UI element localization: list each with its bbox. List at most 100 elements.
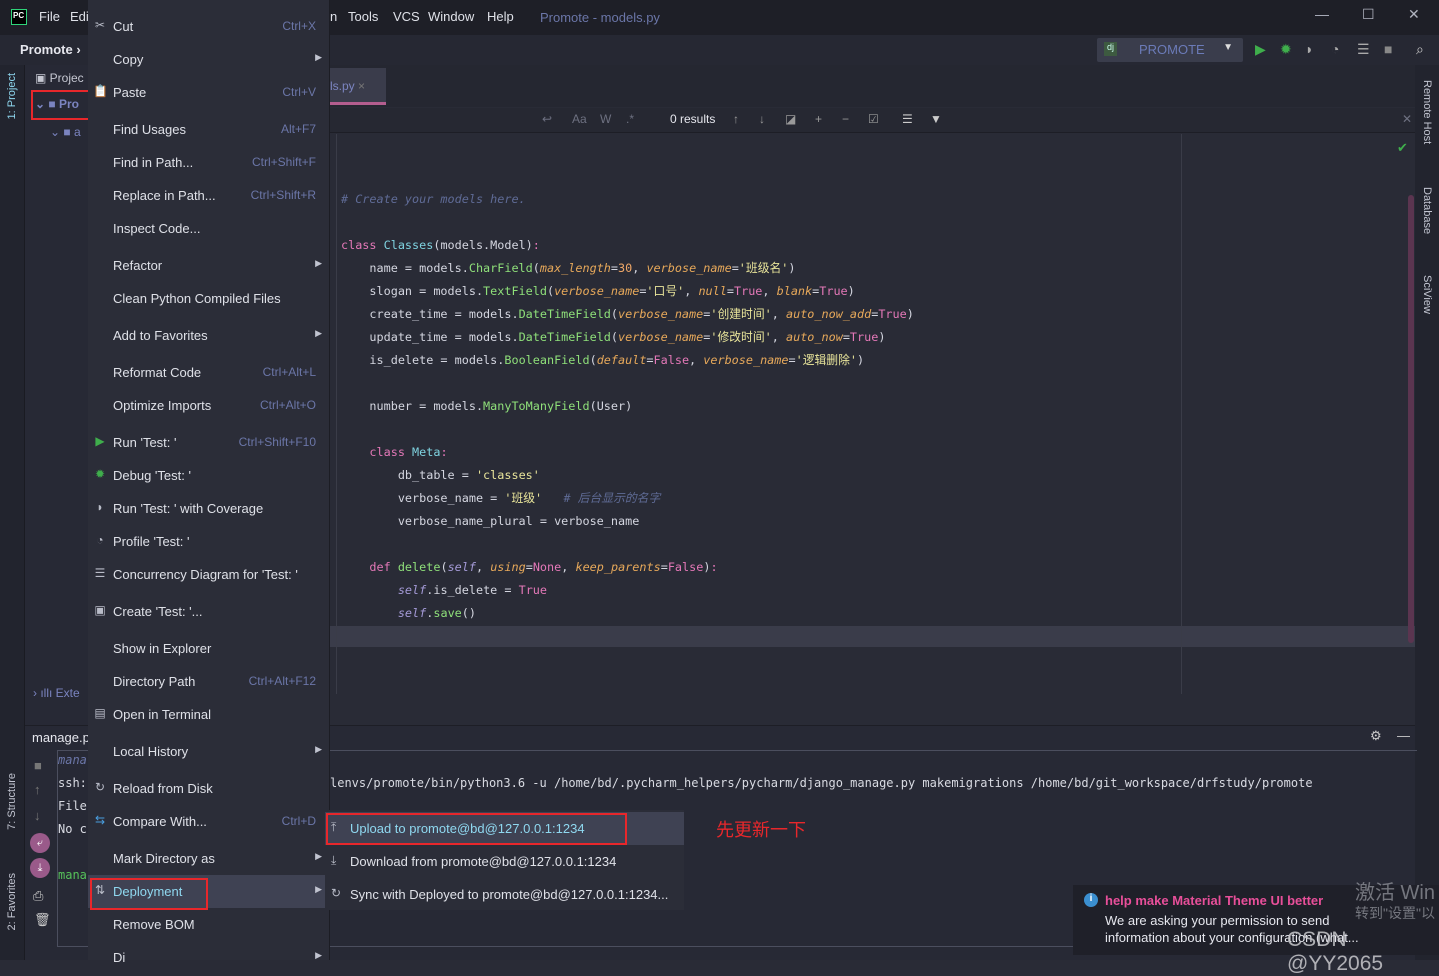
submenu-arrow-icon: ▶: [315, 52, 322, 62]
regex-toggle[interactable]: .*: [626, 112, 634, 126]
maximize-icon[interactable]: ☐: [1362, 6, 1375, 23]
remote-host-tab[interactable]: Remote Host: [1421, 80, 1433, 144]
menu-item-label: Cut: [113, 19, 134, 34]
menu-item-show-in-explorer[interactable]: Show in Explorer: [88, 632, 330, 665]
words-toggle[interactable]: W: [600, 112, 611, 126]
scroll-to-end-icon[interactable]: ⤓: [30, 858, 50, 878]
profile-icon[interactable]: ◔: [1331, 41, 1339, 57]
menu-item-run-test-with-coverage[interactable]: ◗ Run 'Test: ' with Coverage: [88, 492, 330, 525]
menu-item-add-to-favorites[interactable]: Add to Favorites ▶: [88, 319, 330, 352]
menu-item-optimize-imports[interactable]: Optimize Imports Ctrl+Alt+O: [88, 389, 330, 422]
stop-icon[interactable]: ■: [1384, 41, 1392, 57]
menu-vcs[interactable]: VCS: [393, 9, 420, 24]
menu-item-clean-python-compiled-files[interactable]: Clean Python Compiled Files: [88, 282, 330, 315]
right-margin-guide: [1181, 134, 1182, 694]
select-all-icon[interactable]: ◪: [785, 112, 796, 126]
menu-item-cut[interactable]: ✂ Cut Ctrl+X: [88, 10, 330, 43]
menu-item-debug-test[interactable]: ✹ Debug 'Test: ': [88, 459, 330, 492]
match-case-toggle[interactable]: Aa: [572, 112, 587, 126]
tab-close-icon[interactable]: ×: [358, 79, 365, 93]
search-icon[interactable]: ⌕: [1416, 41, 1424, 58]
close-find-icon[interactable]: ✕: [1402, 112, 1412, 126]
menu-item-refactor[interactable]: Refactor ▶: [88, 249, 330, 282]
soft-wrap-icon[interactable]: ⤶: [30, 833, 50, 853]
menu-window[interactable]: Window: [428, 9, 474, 24]
menu-item-copy[interactable]: Copy ▶: [88, 43, 330, 76]
tree-item-external-libraries[interactable]: › ıllı Exte: [33, 686, 80, 700]
submenu-item-sync[interactable]: ↻ Sync with Deployed to promote@bd@127.0.…: [325, 878, 684, 911]
menu-item-mark-directory-as[interactable]: Mark Directory as ▶: [88, 842, 330, 875]
sciview-tab[interactable]: SciView: [1421, 275, 1433, 314]
wrap-icon[interactable]: ↩: [542, 112, 552, 126]
menu-run[interactable]: n: [330, 9, 337, 24]
structure-tool-tab[interactable]: 7: Structure: [6, 773, 18, 830]
menu-item-run-test[interactable]: ▶ Run 'Test: ' Ctrl+Shift+F10: [88, 426, 330, 459]
menu-item-replace-in-path[interactable]: Replace in Path... Ctrl+Shift+R: [88, 179, 330, 212]
menu-item-di[interactable]: Di ▶: [88, 941, 330, 974]
print-icon[interactable]: ⎙: [33, 888, 43, 904]
hide-panel-icon[interactable]: —: [1397, 728, 1410, 743]
concurrency-icon[interactable]: ☰: [1357, 41, 1370, 58]
editor-scrollbar[interactable]: [1408, 195, 1414, 643]
arrow-down-icon[interactable]: ↓: [759, 112, 765, 126]
menu-item-create-test[interactable]: ▣ Create 'Test: '...: [88, 595, 330, 628]
tab-models-py[interactable]: ls.py ×: [330, 68, 386, 105]
debug-icon[interactable]: ✹: [1280, 41, 1292, 58]
minimize-icon[interactable]: —: [1315, 6, 1329, 22]
close-icon[interactable]: ✕: [1408, 6, 1420, 23]
menu-item-reload-from-disk[interactable]: ↻ Reload from Disk: [88, 772, 330, 805]
tree-item-project[interactable]: ▣ Projec: [35, 71, 84, 85]
menu-help[interactable]: Help: [487, 9, 514, 24]
gutter-divider: [336, 134, 337, 694]
code-token: slogan = models.: [341, 284, 484, 298]
multiline-icon[interactable]: ☰: [902, 112, 913, 126]
menu-item-label: Di: [113, 950, 126, 965]
menu-item-find-usages[interactable]: Find Usages Alt+F7: [88, 113, 330, 146]
menu-item-compare-with[interactable]: ⇆ Compare With... Ctrl+D: [88, 805, 330, 838]
menu-edit[interactable]: Edi: [70, 9, 89, 24]
add-occurrence-icon[interactable]: +: [815, 112, 822, 126]
menu-item-reformat-code[interactable]: Reformat Code Ctrl+Alt+L: [88, 356, 330, 389]
stop-icon[interactable]: ■: [34, 758, 42, 773]
code-token: # 后台显示的名字: [542, 491, 661, 505]
select-occurrences-icon[interactable]: ☑: [868, 112, 879, 126]
trash-icon[interactable]: 🗑: [34, 912, 51, 928]
tree-item-folder[interactable]: ⌄ ■ a: [50, 125, 81, 139]
run-configuration-select[interactable]: dj PROMOTE ▼: [1097, 38, 1243, 62]
settings-icon[interactable]: ⚙: [1370, 728, 1382, 744]
arrow-up-icon[interactable]: ↑: [733, 112, 739, 126]
code-token: ,: [771, 330, 786, 344]
menu-item-inspect-code[interactable]: Inspect Code...: [88, 212, 330, 245]
coverage-icon[interactable]: ◗: [1305, 41, 1313, 57]
project-tool-tab[interactable]: 1: Project: [6, 73, 18, 119]
menu-item-open-in-terminal[interactable]: ▤ Open in Terminal: [88, 698, 330, 731]
filter-icon[interactable]: ▼: [930, 112, 942, 126]
menu-item-paste[interactable]: 📋 Paste Ctrl+V: [88, 76, 330, 109]
menu-item-directory-path[interactable]: Directory Path Ctrl+Alt+F12: [88, 665, 330, 698]
menu-item-shortcut: Ctrl+Shift+F10: [238, 435, 316, 449]
menu-item-find-in-path[interactable]: Find in Path... Ctrl+Shift+F: [88, 146, 330, 179]
submenu-item-download[interactable]: ⤓ Download from promote@bd@127.0.0.1:1234: [325, 845, 684, 878]
menu-item-remove-bom[interactable]: Remove BOM: [88, 908, 330, 941]
menu-file[interactable]: File: [39, 9, 60, 24]
editor-tabs: [330, 65, 1415, 107]
breadcrumb[interactable]: Promote ›: [20, 42, 81, 57]
menu-item-label: Create 'Test: '...: [113, 604, 203, 619]
menu-item-label: Show in Explorer: [113, 641, 212, 656]
remove-occurrence-icon[interactable]: −: [842, 112, 849, 126]
menu-item-profile-test[interactable]: ◔ Profile 'Test: ': [88, 525, 330, 558]
favorites-tool-tab[interactable]: 2: Favorites: [6, 873, 18, 930]
menu-item-local-history[interactable]: Local History ▶: [88, 735, 330, 768]
database-tab[interactable]: Database: [1421, 187, 1433, 234]
code-token: default: [596, 353, 647, 367]
menu-tools[interactable]: Tools: [348, 9, 378, 24]
scroll-up-icon[interactable]: ↑: [34, 782, 41, 797]
sync-icon: ↻: [331, 886, 342, 900]
notification-title[interactable]: help make Material Theme UI better: [1105, 893, 1323, 908]
scroll-down-icon[interactable]: ↓: [34, 808, 41, 823]
run-icon[interactable]: ▶: [1255, 41, 1266, 58]
run-tab-title[interactable]: manage.p: [32, 730, 90, 745]
code-token: '口号': [646, 284, 685, 298]
menu-item-concurrency-diagram-for-test[interactable]: ☰ Concurrency Diagram for 'Test: ': [88, 558, 330, 591]
breadcrumb-project[interactable]: Promote: [20, 42, 73, 57]
